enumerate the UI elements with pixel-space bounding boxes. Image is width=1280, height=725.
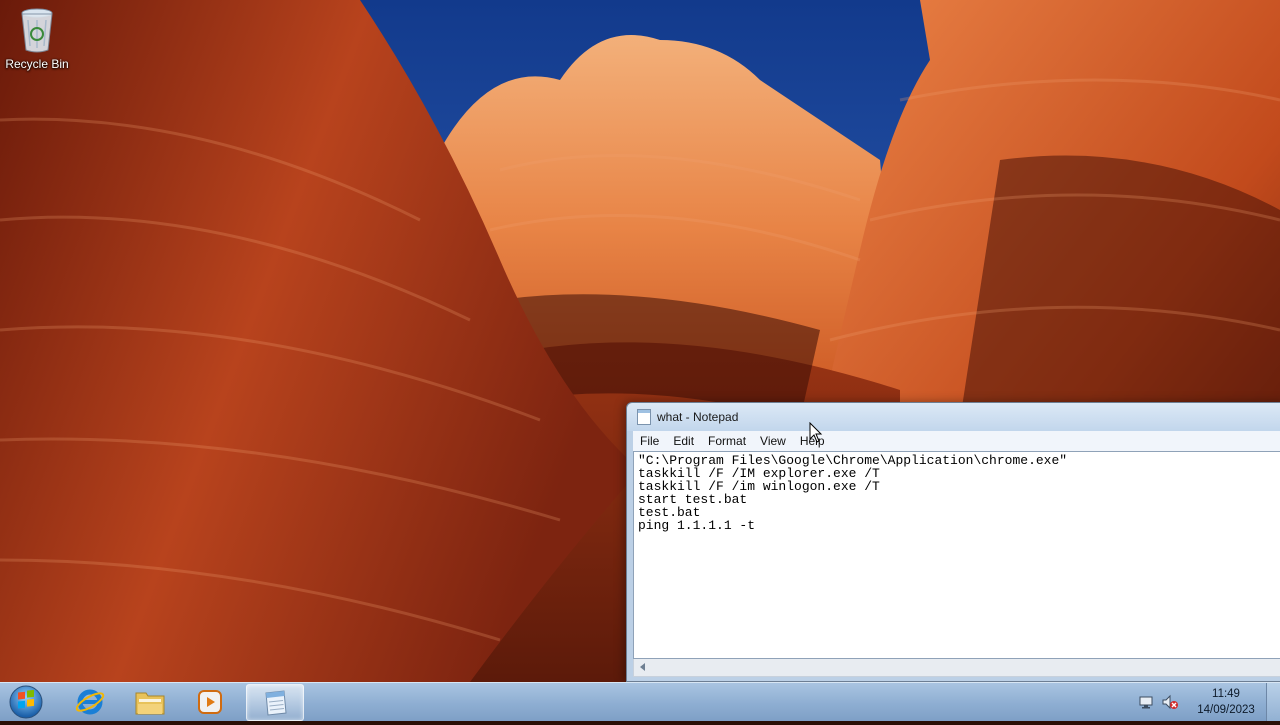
taskbar-notepad[interactable] — [246, 684, 304, 721]
notepad-window[interactable]: what - Notepad File Edit Format View Hel… — [626, 402, 1280, 682]
windows-start-orb-icon — [9, 685, 43, 719]
taskbar-internet-explorer[interactable] — [62, 684, 118, 719]
media-player-icon — [198, 690, 222, 714]
volume-muted-icon[interactable] — [1161, 694, 1179, 710]
recycle-bin-icon — [17, 6, 57, 54]
network-icon[interactable] — [1138, 694, 1156, 710]
horizontal-scrollbar[interactable] — [633, 659, 1280, 677]
menu-bar: File Edit Format View Help — [633, 431, 1280, 452]
menu-edit[interactable]: Edit — [666, 434, 701, 448]
menu-view[interactable]: View — [753, 434, 793, 448]
taskbar-media-player[interactable] — [182, 684, 238, 719]
start-button[interactable] — [4, 684, 48, 720]
notepad-icon — [265, 690, 287, 716]
recycle-bin-label: Recycle Bin — [5, 57, 69, 71]
desktop-icon-recycle-bin[interactable]: Recycle Bin — [4, 6, 70, 71]
notepad-icon — [637, 409, 651, 425]
window-title: what - Notepad — [657, 410, 739, 424]
system-clock[interactable]: 11:49 14/09/2023 — [1186, 686, 1266, 718]
show-desktop-button[interactable] — [1266, 683, 1280, 721]
internet-explorer-icon — [75, 689, 105, 715]
folder-icon — [135, 692, 165, 715]
text-editor[interactable]: "C:\Program Files\Google\Chrome\Applicat… — [633, 451, 1280, 659]
menu-file[interactable]: File — [633, 434, 666, 448]
taskbar-windows-explorer[interactable] — [122, 684, 178, 719]
taskbar: 11:49 14/09/2023 — [0, 682, 1280, 721]
editor-content[interactable]: "C:\Program Files\Google\Chrome\Applicat… — [634, 452, 1280, 534]
clock-time: 11:49 — [1212, 688, 1240, 700]
menu-format[interactable]: Format — [701, 434, 753, 448]
scroll-left-icon[interactable] — [640, 663, 645, 671]
notepad-titlebar[interactable]: what - Notepad — [627, 403, 1280, 431]
clock-date: 14/09/2023 — [1197, 704, 1255, 716]
mouse-cursor-icon — [809, 422, 823, 443]
